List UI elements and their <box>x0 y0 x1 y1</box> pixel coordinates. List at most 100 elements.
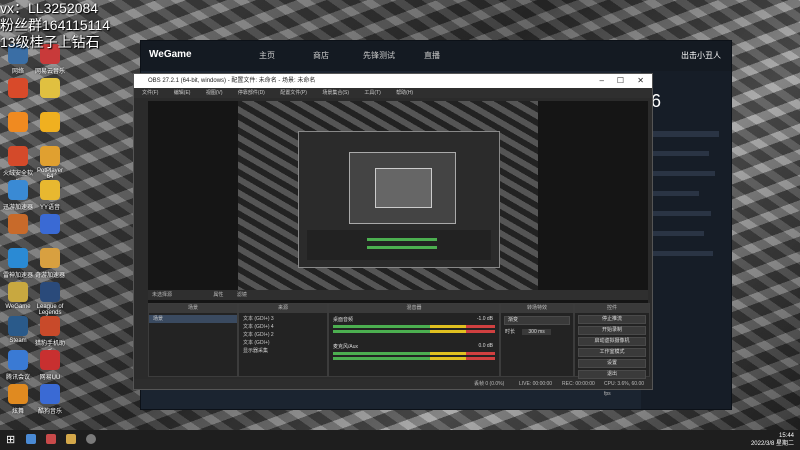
obs-statusbar: 丢帧 0 (0.0%) LIVE: 00:00:00 REC: 00:00:00… <box>134 379 652 397</box>
preview-capture <box>238 101 538 293</box>
controls-header: 控件 <box>575 304 649 313</box>
app-icon <box>40 146 60 166</box>
desktop-icon-label: League of Legends <box>36 304 64 316</box>
desktop-app-icon[interactable]: 炫舞 <box>2 384 34 415</box>
taskbar-app-icon[interactable] <box>66 434 76 444</box>
mixer-panel: 混音器 桌面音频 -1.0 dB 麦克风/Aux 0.0 dB <box>328 303 500 377</box>
desktop-icon-label: 网络 <box>11 69 24 75</box>
sources-header: 来源 <box>239 304 327 313</box>
source-item[interactable]: 文本 (GDI+) 4 <box>239 323 327 331</box>
taskbar-clock[interactable]: 15:44 2022/3/8 星期二 <box>751 432 794 448</box>
overlay-wechat: vx：LL3252084 <box>0 0 99 16</box>
desktop-app-icon[interactable]: 迅游加速器 <box>2 180 34 211</box>
source-item[interactable]: 显示器采集 <box>239 347 327 355</box>
desktop-icon-label: 炫舞 <box>11 409 24 415</box>
close-icon[interactable]: ✕ <box>637 74 644 88</box>
desktop-app-icon[interactable] <box>34 112 66 134</box>
taskbar-app-icon[interactable] <box>46 434 56 444</box>
desktop-icon-label: 酷狗音乐 <box>37 409 62 415</box>
transitions-panel: 转场特效 渐变 时长 300 ms <box>500 303 574 377</box>
app-icon <box>40 282 60 302</box>
wegame-nav-home[interactable]: 主页 <box>259 50 275 61</box>
mixer-meter <box>333 325 495 328</box>
filters-button[interactable]: 滤镜 <box>237 292 247 298</box>
obs-menubar: 文件(F) 编辑(E) 视图(V) 停靠部件(D) 配置文件(P) 场景集合(S… <box>134 88 652 98</box>
desktop-app-icon[interactable]: 腾讯会议 <box>2 350 34 381</box>
app-icon <box>8 214 28 234</box>
app-icon <box>40 384 60 404</box>
mixer-header: 混音器 <box>329 304 499 313</box>
status-live: LIVE: 00:00:00 <box>519 381 553 387</box>
desktop-icon-label: PotPlayer 64 <box>36 168 63 180</box>
menu-docks[interactable]: 停靠部件(D) <box>238 90 265 96</box>
settings-button[interactable]: 设置 <box>578 359 646 368</box>
desktop-app-icon[interactable]: League of Legends <box>34 282 66 316</box>
menu-scene-collection[interactable]: 场景集合(S) <box>322 90 349 96</box>
windows-start-icon[interactable]: ⊞ <box>6 433 15 446</box>
stop-streaming-button[interactable]: 停止推流 <box>578 315 646 324</box>
desktop-app-icon[interactable] <box>34 78 66 100</box>
source-item[interactable]: 文本 (GDI+) 3 <box>239 315 327 323</box>
desktop-app-icon[interactable]: YY语音 <box>34 180 66 211</box>
desktop-app-icon[interactable] <box>2 214 34 236</box>
menu-edit[interactable]: 编辑(E) <box>174 90 191 96</box>
source-toolbar: 未选择源 属性 滤镜 <box>148 290 648 300</box>
app-icon <box>40 180 60 200</box>
properties-button[interactable]: 属性 <box>213 292 223 298</box>
obs-taskbar-icon[interactable] <box>86 434 96 444</box>
desktop-app-icon[interactable] <box>2 78 34 100</box>
start-recording-button[interactable]: 开始录制 <box>578 326 646 335</box>
menu-file[interactable]: 文件(F) <box>142 90 158 96</box>
source-item[interactable]: 文本 (GDI+) 2 <box>239 331 327 339</box>
desktop-app-icon[interactable] <box>34 214 66 236</box>
studio-mode-button[interactable]: 工作室模式 <box>578 348 646 357</box>
menu-profile[interactable]: 配置文件(P) <box>280 90 307 96</box>
desktop-icon-label: 网易UU <box>39 375 61 381</box>
app-icon <box>40 214 60 234</box>
wegame-friends-panel: 6 <box>641 71 731 409</box>
obs-title-text: OBS 27.2.1 (64-bit, windows) - 配置文件: 未命名… <box>148 78 316 84</box>
mixer-mic-audio: 麦克风/Aux 0.0 dB <box>333 343 493 350</box>
wegame-nav-store[interactable]: 商店 <box>313 50 329 61</box>
minimize-icon[interactable]: – <box>600 74 604 88</box>
app-icon <box>8 78 28 98</box>
wegame-nav-beta[interactable]: 先锋测试 <box>363 50 395 61</box>
desktop-app-icon[interactable]: Steam <box>2 316 34 344</box>
mixer-desktop-audio: 桌面音频 -1.0 dB <box>333 316 493 323</box>
taskbar-app-icon[interactable] <box>26 434 36 444</box>
source-item[interactable]: 文本 (GDI+) <box>239 339 327 347</box>
desktop-icon-label: Steam <box>9 338 27 344</box>
wegame-username[interactable]: 出击小丑人 <box>681 50 721 61</box>
desktop-app-icon[interactable] <box>2 112 34 134</box>
desktop-icon-label: 迅游加速器 <box>2 205 33 211</box>
menu-help[interactable]: 帮助(H) <box>396 90 413 96</box>
exit-button[interactable]: 退出 <box>578 370 646 379</box>
desktop-icon-label: YY语音 <box>39 205 60 211</box>
status-dropped: 丢帧 0 (0.0%) <box>474 381 505 387</box>
transition-duration[interactable]: 时长 300 ms <box>501 328 573 335</box>
app-icon <box>8 248 28 268</box>
app-icon <box>40 316 60 336</box>
app-icon <box>8 282 28 302</box>
desktop-icon-label: WeGame <box>5 304 31 310</box>
wegame-logo: WeGame <box>149 49 192 60</box>
scene-item[interactable]: 场景 <box>149 315 237 323</box>
overlay-rank: 13级桂子上钻石 <box>0 34 100 50</box>
desktop-app-icon[interactable]: 雷神加速器 <box>2 248 34 279</box>
desktop-app-icon[interactable]: 奇游加速器 <box>34 248 66 279</box>
virtual-camera-button[interactable]: 启动虚拟摄像机 <box>578 337 646 346</box>
wegame-nav-live[interactable]: 直播 <box>424 50 440 61</box>
desktop-app-icon[interactable]: 酷狗音乐 <box>34 384 66 415</box>
overlay-fan-group: 粉丝群164115114 <box>0 17 110 33</box>
mixer-meter <box>333 357 495 360</box>
desktop-app-icon[interactable]: PotPlayer 64 <box>34 146 66 180</box>
app-icon <box>8 112 28 132</box>
menu-view[interactable]: 视图(V) <box>206 90 223 96</box>
menu-tools[interactable]: 工具(T) <box>364 90 380 96</box>
transition-select[interactable]: 渐变 <box>504 316 570 325</box>
obs-titlebar: OBS 27.2.1 (64-bit, windows) - 配置文件: 未命名… <box>134 74 652 88</box>
status-cpu: CPU: 3.6%, 60.00 fps <box>604 381 645 397</box>
desktop-app-icon[interactable]: WeGame <box>2 282 34 310</box>
maximize-icon[interactable]: ☐ <box>617 74 624 88</box>
desktop-app-icon[interactable]: 网易UU <box>34 350 66 381</box>
